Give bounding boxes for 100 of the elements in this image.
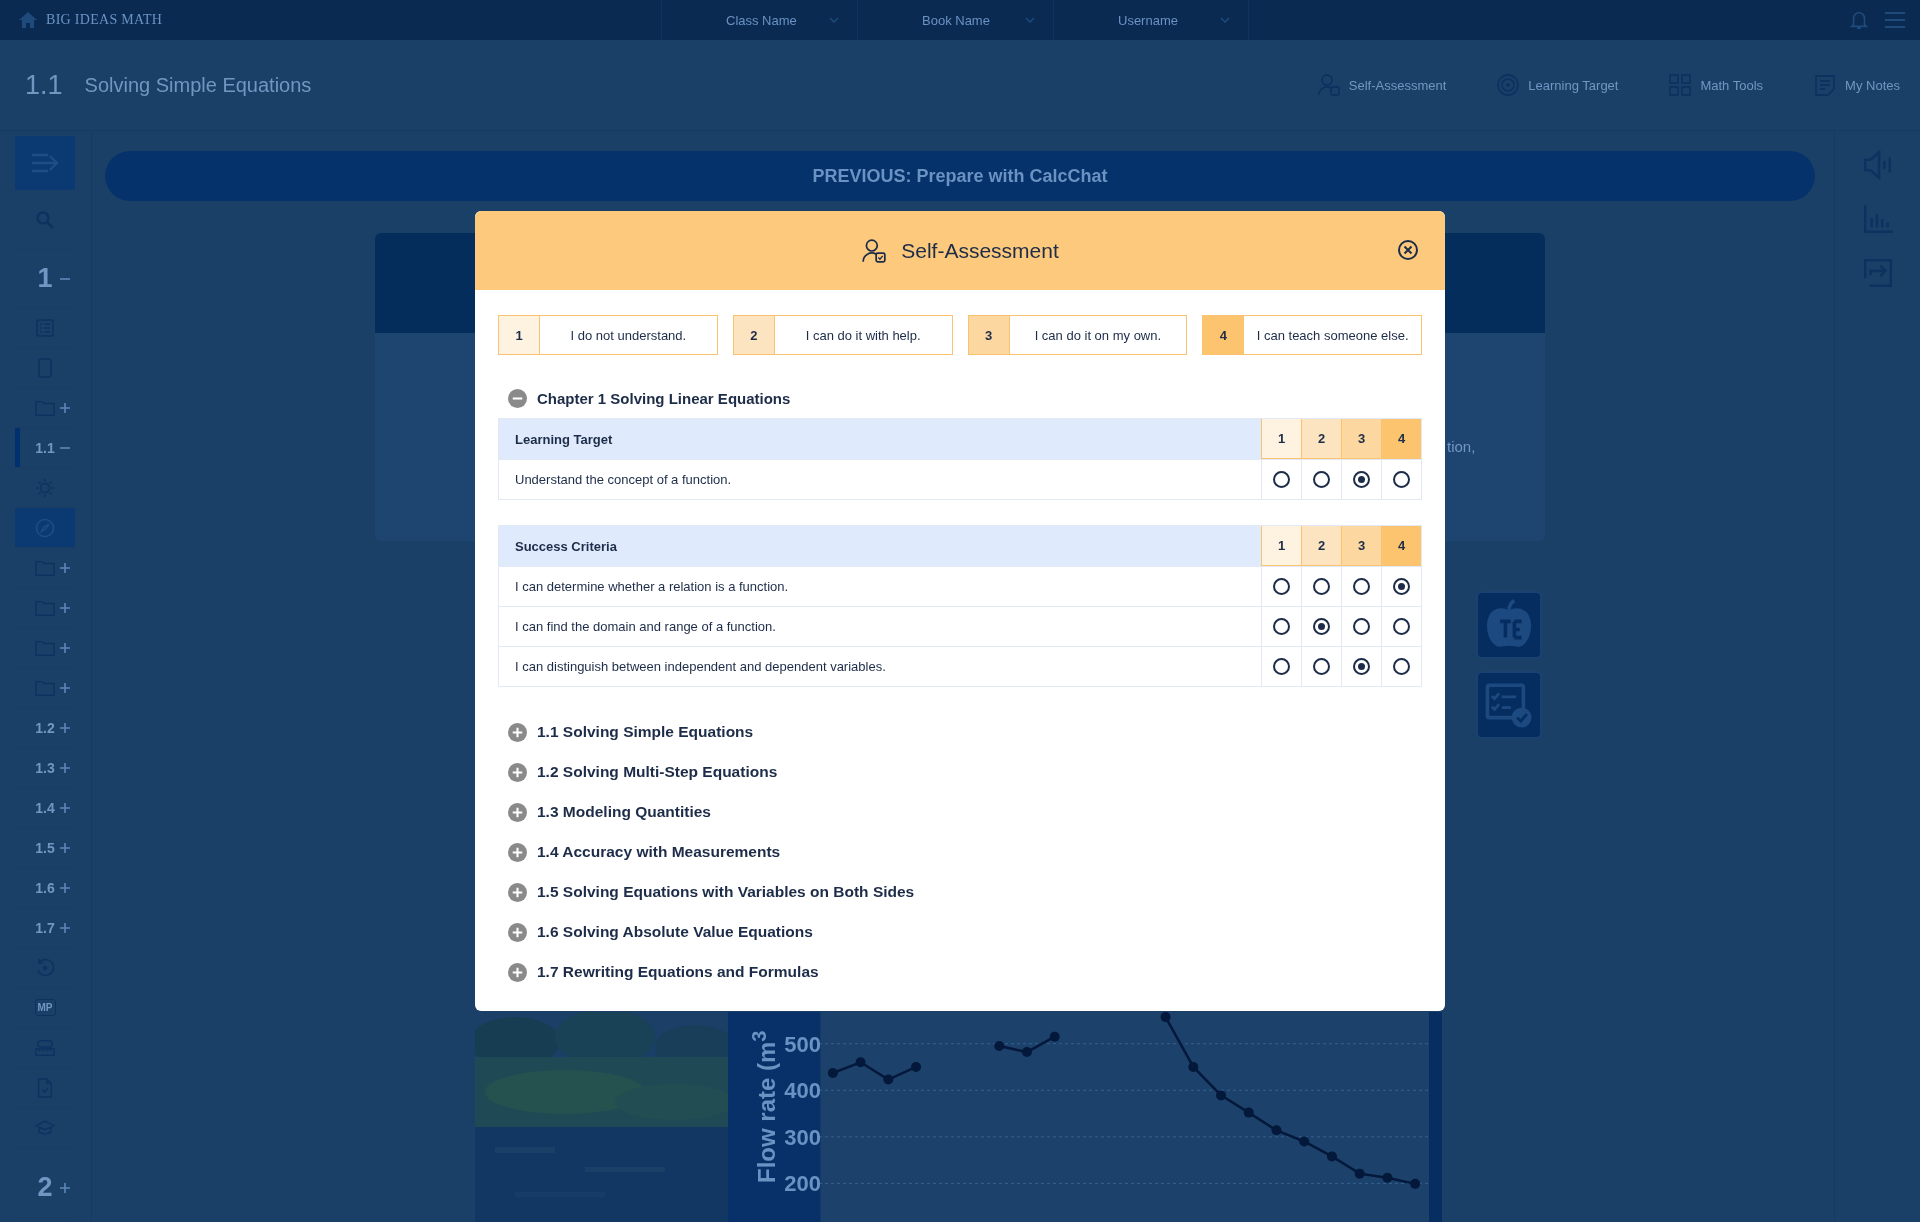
sidebar-item[interactable]: MP (15, 988, 75, 1028)
caret-icon (1025, 17, 1035, 23)
tick-label: 500 (784, 1031, 821, 1057)
radio-button[interactable] (1393, 578, 1410, 595)
data-point (911, 1061, 922, 1072)
data-point (1326, 1151, 1337, 1162)
rating-description: I do not understand. (569, 326, 688, 345)
radio-button[interactable] (1353, 618, 1370, 635)
table-cell-text: I can distinguish between independent and dependent variables. (514, 658, 887, 676)
sidebar-item[interactable]: 1.1 (15, 428, 75, 468)
sidebar-item[interactable] (15, 508, 75, 548)
toolbar-link[interactable]: My Notes (1813, 73, 1900, 97)
home-icon[interactable] (18, 11, 38, 29)
rating-column-heading: 4 (1381, 419, 1421, 459)
section-toggle[interactable]: 1.2 Solving Multi-Step Equations (508, 752, 778, 792)
table-cell-text: I can determine whether a relation is a function. (514, 578, 790, 596)
data-point (1160, 1012, 1171, 1023)
table-cell-text: Understand the concept of a function. (514, 471, 733, 489)
rating-column-heading: 3 (1341, 526, 1381, 566)
lesson-number: 1.1 (25, 69, 63, 101)
radio-button[interactable] (1393, 471, 1410, 488)
radio-button[interactable] (1273, 658, 1290, 675)
bell-icon[interactable] (1848, 10, 1870, 30)
lesson-title: Solving Simple Equations (84, 73, 312, 97)
person-check-icon (861, 237, 888, 264)
rating-number: 3 (968, 316, 1010, 354)
data-point (883, 1074, 894, 1085)
data-point (994, 1041, 1005, 1051)
radio-button[interactable] (1353, 578, 1370, 595)
toolbar-link[interactable]: Self-Assessment (1316, 73, 1447, 97)
data-point (1049, 1031, 1060, 1042)
rating-column-heading: 2 (1301, 526, 1341, 566)
tick-label: 300 (784, 1124, 821, 1150)
rating-number: 1 (499, 316, 540, 354)
dropdown[interactable]: Username (1053, 0, 1249, 40)
section-toggle[interactable]: 1.7 Rewriting Equations and Formulas (508, 952, 819, 992)
rating-number: 4 (1203, 316, 1245, 354)
close-button[interactable] (1397, 239, 1419, 261)
radio-button[interactable] (1353, 471, 1370, 488)
rating-column-heading: 1 (1261, 526, 1301, 566)
data-point (827, 1068, 838, 1078)
caret-icon (1220, 17, 1230, 23)
sidebar-item[interactable]: 1.2 (15, 708, 75, 748)
section-toggle[interactable]: 1.3 Modeling Quantities (508, 792, 711, 832)
sidebar-item[interactable]: 2 (15, 1158, 75, 1218)
radio-button[interactable] (1313, 658, 1330, 675)
rating-description: I can teach someone else. (1255, 326, 1410, 345)
sidebar-item[interactable]: 1 (15, 250, 75, 308)
radio-button[interactable] (1393, 618, 1410, 635)
radio-button[interactable] (1273, 618, 1290, 635)
chapter-toggle[interactable]: Chapter 1 Solving Linear Equations (508, 378, 791, 418)
sidebar-toggle-button[interactable] (15, 136, 75, 190)
radio-button[interactable] (1273, 578, 1290, 595)
tick-label: 400 (784, 1078, 821, 1104)
table-heading: Success Criteria (514, 537, 618, 556)
radio-button[interactable] (1313, 471, 1330, 488)
toolbar-link[interactable]: Learning Target (1496, 73, 1619, 97)
dropdown[interactable]: Class Name (661, 0, 857, 40)
tick-label: 200 (784, 1171, 821, 1197)
sidebar-item[interactable]: 1.4 (15, 788, 75, 828)
section-toggle[interactable]: 1.1 Solving Simple Equations (508, 712, 754, 752)
rating-column-heading: 3 (1341, 419, 1381, 459)
radio-button[interactable] (1313, 578, 1330, 595)
section-toggle[interactable]: 1.6 Solving Absolute Value Equations (508, 912, 813, 952)
data-point (1216, 1090, 1227, 1101)
rating-column-heading: 1 (1261, 419, 1301, 459)
data-point (1021, 1047, 1032, 1058)
previous-button[interactable]: PREVIOUS: Prepare with CalcChat (105, 151, 1815, 201)
table-heading: Learning Target (514, 430, 614, 449)
table-cell-text: I can find the domain and range of a function. (514, 618, 777, 636)
sidebar-item[interactable]: 1.7 (15, 908, 75, 948)
data-point (1410, 1178, 1421, 1189)
sidebar-item[interactable]: 1.6 (15, 868, 75, 908)
menu-icon[interactable] (1884, 10, 1906, 30)
radio-button[interactable] (1313, 618, 1330, 635)
radio-button[interactable] (1393, 658, 1410, 675)
radio-button[interactable] (1353, 658, 1370, 675)
close-icon (1397, 239, 1419, 261)
rating-column-heading: 4 (1381, 526, 1421, 566)
section-toggle[interactable]: 1.5 Solving Equations with Variables on Both Sides (508, 872, 915, 912)
teacher-edition-button[interactable] (1476, 591, 1542, 659)
rating-description: I can do it with help. (804, 326, 922, 345)
toolbar-link[interactable]: Math Tools (1668, 73, 1764, 97)
sidebar-item[interactable]: 1.5 (15, 828, 75, 868)
data-point (1354, 1168, 1365, 1179)
logo[interactable]: BIG IDEAS MATH (46, 12, 163, 28)
caret-icon (829, 17, 839, 23)
dropdown[interactable]: Book Name (857, 0, 1053, 40)
data-point (1271, 1125, 1282, 1136)
dialog-title: Self-Assessment (901, 238, 1059, 263)
card-text: tion, (1447, 438, 1476, 455)
rating-description: I can do it on my own. (1033, 326, 1163, 345)
section-toggle[interactable]: 1.4 Accuracy with Measurements (508, 832, 781, 872)
data-point (1188, 1061, 1199, 1072)
rating-column-heading: 2 (1301, 419, 1341, 459)
data-point (855, 1057, 866, 1068)
radio-button[interactable] (1273, 471, 1290, 488)
checklist-button[interactable] (1476, 671, 1542, 739)
sidebar-item[interactable]: 1.3 (15, 748, 75, 788)
rating-number: 2 (733, 316, 775, 354)
